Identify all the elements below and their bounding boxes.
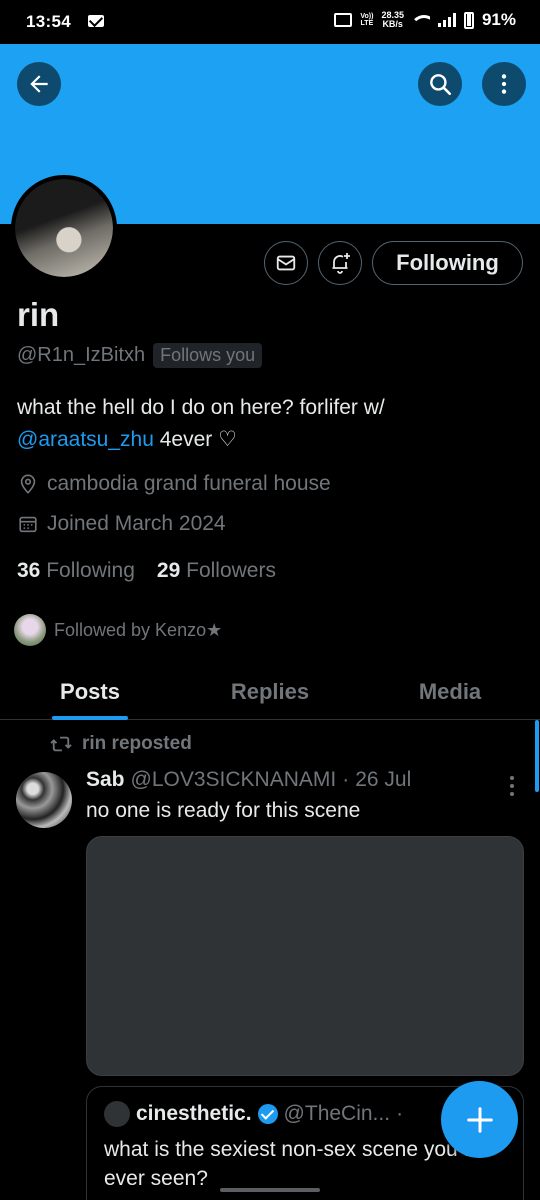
volte-top: Vo)) (360, 13, 374, 20)
joined-text: Joined March 2024 (47, 512, 226, 535)
display-name: rin (17, 296, 60, 333)
mail-icon (276, 255, 296, 271)
volte-indicator: Vo)) LTE (360, 13, 373, 27)
status-time: 13:54 (26, 12, 71, 31)
bell-plus-icon (332, 253, 350, 274)
repost-icon (50, 736, 72, 752)
profile-tabs: Posts Replies Media (0, 664, 540, 720)
following-count: 36 (17, 559, 41, 582)
follows-you-badge: Follows you (153, 343, 263, 368)
follow-counts: 36 Following 29 Followers (17, 559, 276, 583)
tab-replies[interactable]: Replies (180, 664, 360, 719)
post-author-name: Sab (86, 768, 125, 791)
network-speed: 28.35 KB/s (381, 11, 404, 29)
post-text: no one is ready for this scene (86, 799, 361, 822)
search-button[interactable] (418, 62, 462, 106)
joined-row: Joined March 2024 (17, 512, 226, 536)
user-handle: @R1n_IzBitxh (17, 344, 146, 366)
signal-icon (437, 13, 456, 27)
quote-header: cinesthetic. @TheCin... · (104, 1101, 403, 1127)
quote-author-name: cinesthetic. (136, 1102, 252, 1125)
avatar-image (15, 179, 113, 277)
handle-row: @R1n_IzBitxh Follows you (17, 343, 263, 368)
compose-button[interactable] (441, 1081, 518, 1158)
post-more-button[interactable] (502, 774, 522, 798)
post-author-handle: @LOV3SICKNANAMI (130, 768, 337, 791)
notifications-button[interactable] (318, 241, 362, 285)
post-author-avatar[interactable] (16, 772, 72, 828)
more-options-button[interactable] (482, 62, 526, 106)
verified-badge-icon (257, 1104, 278, 1124)
search-icon (430, 74, 452, 96)
followers-count-link[interactable]: 29 Followers (157, 559, 276, 583)
post-header[interactable]: Sab @LOV3SICKNANAMI · 26 Jul (86, 768, 411, 792)
more-dot-icon (510, 776, 514, 780)
back-button[interactable] (17, 62, 61, 106)
profile-bio: what the hell do I do on here? forlifer … (17, 392, 522, 456)
arrow-left-icon (30, 75, 48, 93)
post-media[interactable] (86, 836, 524, 1076)
follower-avatar (14, 614, 46, 646)
location-text: cambodia grand funeral house (47, 472, 331, 495)
status-icons: Vo)) LTE 28.35 KB/s 91% (334, 10, 516, 30)
gesture-nav-handle[interactable] (220, 1188, 320, 1192)
followed-by-text: Followed by Kenzo★ (54, 619, 223, 640)
battery-percent: 91% (481, 10, 516, 29)
volte-bottom: LTE (360, 20, 374, 27)
status-bar: 13:54 Vo)) LTE 28.35 KB/s 91% (0, 0, 540, 44)
repost-indicator: rin reposted (50, 733, 192, 755)
bio-suffix: 4ever ♡ (153, 428, 237, 451)
tab-media[interactable]: Media (360, 664, 540, 719)
tab-posts[interactable]: Posts (0, 664, 180, 719)
battery-icon (463, 11, 474, 29)
following-count-link[interactable]: 36 Following (17, 559, 135, 583)
location-row: cambodia grand funeral house (17, 472, 331, 496)
bio-text: what the hell do I do on here? forlifer … (17, 396, 385, 419)
profile-avatar[interactable] (11, 175, 117, 281)
calendar-icon (19, 516, 37, 533)
more-vertical-icon (501, 74, 507, 94)
following-button[interactable]: Following (372, 241, 523, 285)
wifi-icon (411, 13, 430, 27)
location-pin-icon (20, 474, 36, 494)
scroll-indicator (535, 720, 539, 792)
bio-mention-link[interactable]: @araatsu_zhu (17, 428, 154, 451)
message-button[interactable] (264, 241, 308, 285)
post-date: 26 Jul (355, 768, 412, 791)
post-separator: · (342, 768, 350, 791)
plus-icon (466, 1106, 493, 1133)
followed-by-row[interactable]: Followed by Kenzo★ (14, 614, 222, 646)
mail-notification-icon (88, 15, 104, 27)
repost-label: rin reposted (82, 733, 192, 754)
quote-separator: · (396, 1102, 404, 1125)
network-speed-unit: KB/s (382, 19, 403, 29)
vibrate-icon (334, 13, 353, 27)
quote-author-handle: @TheCin... (283, 1102, 391, 1125)
followers-count: 29 (156, 559, 181, 582)
followers-label: Followers (186, 559, 276, 582)
quote-author-avatar (104, 1101, 130, 1127)
following-label: Following (46, 559, 135, 582)
